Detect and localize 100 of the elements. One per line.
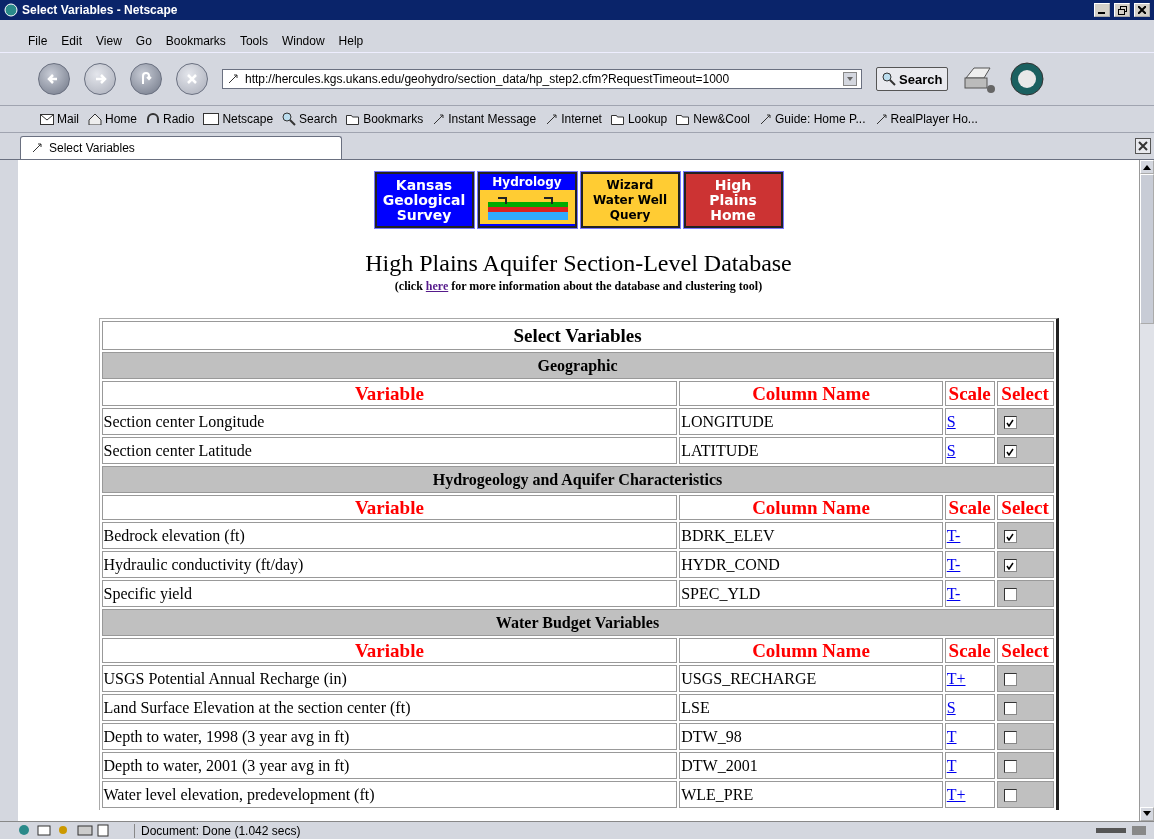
column-header: Column Name: [679, 638, 943, 663]
forward-button[interactable]: [84, 63, 116, 95]
select-checkbox[interactable]: [1003, 445, 1017, 459]
down-arrow-icon[interactable]: [1143, 811, 1151, 817]
toolbar-link[interactable]: Netscape: [203, 112, 274, 126]
toolbar-link[interactable]: Guide: Home P...: [759, 112, 866, 126]
menu-item[interactable]: Go: [135, 34, 152, 48]
menu-item[interactable]: File: [28, 34, 48, 48]
toolbar-link[interactable]: New&Cool: [676, 112, 750, 126]
table-cell: Bedrock elevation (ft): [101, 522, 678, 549]
select-checkbox[interactable]: [1003, 588, 1017, 602]
table-cell: Section center Longitude: [101, 408, 678, 435]
section-heading: Water Budget Variables: [101, 609, 1054, 636]
column-header: Select: [996, 495, 1054, 520]
stop-button[interactable]: [176, 63, 208, 95]
scale-link[interactable]: T-: [946, 555, 961, 573]
column-header: Column Name: [679, 381, 943, 406]
menu-item[interactable]: Bookmarks: [165, 34, 226, 48]
select-checkbox[interactable]: [1003, 530, 1017, 544]
menu-item[interactable]: Edit: [61, 34, 83, 48]
dropdown-icon[interactable]: [843, 72, 857, 86]
scale-link[interactable]: T+: [946, 669, 966, 687]
toolbar-link[interactable]: Mail: [40, 112, 79, 126]
table-cell: Depth to water, 2001 (3 year avg in ft): [101, 752, 678, 779]
select-checkbox[interactable]: [1003, 673, 1017, 687]
toolbar-link[interactable]: Lookup: [610, 112, 668, 126]
toolbar-link[interactable]: RealPlayer Ho...: [874, 112, 978, 126]
logo-icon[interactable]: [1010, 62, 1045, 96]
table-title: Select Variables: [101, 321, 1054, 350]
scale-link[interactable]: T-: [946, 526, 961, 544]
banner-link[interactable]: High Plains Home: [683, 172, 783, 228]
bookmark-icon: [545, 112, 559, 126]
page-heading: High Plains Aquifer Section-Level Database: [365, 250, 792, 277]
address-field[interactable]: http://hercules.kgs.ukans.edu/geohydro/section_data/hp_step2.cfm?RequestTimeout=1000: [222, 69, 862, 89]
page-subtitle: (click here for more information about the database and clustering tool): [394, 279, 763, 294]
printer-icon[interactable]: [962, 64, 997, 94]
select-checkbox[interactable]: [1003, 559, 1017, 573]
close-button[interactable]: [1134, 3, 1150, 17]
banner-link[interactable]: Wizard Water Well Query: [580, 172, 680, 228]
scale-link[interactable]: S: [946, 441, 956, 459]
table-cell: LSE: [679, 694, 943, 721]
table-cell: Depth to water, 1998 (3 year avg in ft): [101, 723, 678, 750]
table-cell: USGS_RECHARGE: [679, 665, 943, 692]
search-icon: [882, 72, 896, 86]
table-cell: Hydraulic conductivity (ft/day): [101, 551, 678, 578]
scale-link[interactable]: S: [946, 698, 956, 716]
scale-link[interactable]: T: [946, 756, 957, 774]
select-checkbox[interactable]: [1003, 760, 1017, 774]
folder-icon: [676, 113, 691, 125]
folder-icon: [610, 113, 625, 125]
up-arrow-icon[interactable]: [1143, 164, 1151, 170]
envelope-icon: [40, 113, 54, 125]
bookmark-icon: [432, 112, 446, 126]
scale-link[interactable]: T: [946, 727, 957, 745]
table-cell: LATITUDE: [679, 437, 943, 464]
toolbar-link[interactable]: Radio: [146, 112, 195, 126]
hydrology-banner-link[interactable]: Hydrology: [477, 172, 577, 228]
minimize-button[interactable]: [1094, 3, 1110, 17]
check-icon: [1006, 561, 1015, 570]
status-text: Document: Done (1.042 secs): [134, 823, 1088, 838]
toolbar-link[interactable]: Home: [88, 112, 138, 126]
close-tab-button[interactable]: [1135, 138, 1151, 154]
table-cell: BDRK_ELEV: [679, 522, 943, 549]
toolbar-link[interactable]: Search: [282, 112, 338, 126]
banner-link[interactable]: Kansas Geological Survey: [374, 172, 474, 228]
bookmark-icon: [759, 112, 772, 126]
select-checkbox[interactable]: [1003, 789, 1017, 803]
scale-link[interactable]: S: [946, 412, 956, 430]
browser-tab[interactable]: Select Variables: [20, 136, 342, 159]
search-button[interactable]: Search: [876, 67, 949, 91]
select-checkbox[interactable]: [1003, 416, 1017, 430]
app-logo-icon: [4, 3, 18, 17]
restore-button[interactable]: [1114, 3, 1130, 17]
info-link[interactable]: here: [425, 279, 449, 293]
aquifer-cross-section-icon: [479, 190, 575, 224]
table-cell: WLE_PRE: [679, 781, 943, 808]
check-icon: [1006, 532, 1015, 541]
toolbar-link[interactable]: Internet: [545, 112, 602, 126]
scale-link[interactable]: T+: [946, 785, 966, 803]
scrollbar-track[interactable]: [1139, 160, 1154, 821]
column-header: Variable: [101, 495, 678, 520]
select-checkbox[interactable]: [1003, 702, 1017, 716]
select-checkbox[interactable]: [1003, 731, 1017, 745]
menu-item[interactable]: Window: [281, 34, 325, 48]
toolbar-link[interactable]: Bookmarks: [346, 112, 424, 126]
reload-button[interactable]: [130, 63, 162, 95]
column-header: Scale: [944, 495, 995, 520]
column-header: Scale: [944, 381, 995, 406]
table-cell: USGS Potential Annual Recharge (in): [101, 665, 678, 692]
menu-item[interactable]: Tools: [239, 34, 268, 48]
scale-link[interactable]: T-: [946, 584, 961, 602]
table-cell: Water level elevation, predevelopment (ft): [101, 781, 678, 808]
scroll-thumb[interactable]: [1140, 174, 1154, 324]
back-button[interactable]: [38, 63, 70, 95]
menu-item[interactable]: Help: [338, 34, 364, 48]
table-cell: HYDR_COND: [679, 551, 943, 578]
toolbar-link[interactable]: Instant Message: [432, 112, 537, 126]
house-icon: [88, 113, 102, 125]
table-cell: SPEC_YLD: [679, 580, 943, 607]
menu-item[interactable]: View: [96, 34, 122, 48]
